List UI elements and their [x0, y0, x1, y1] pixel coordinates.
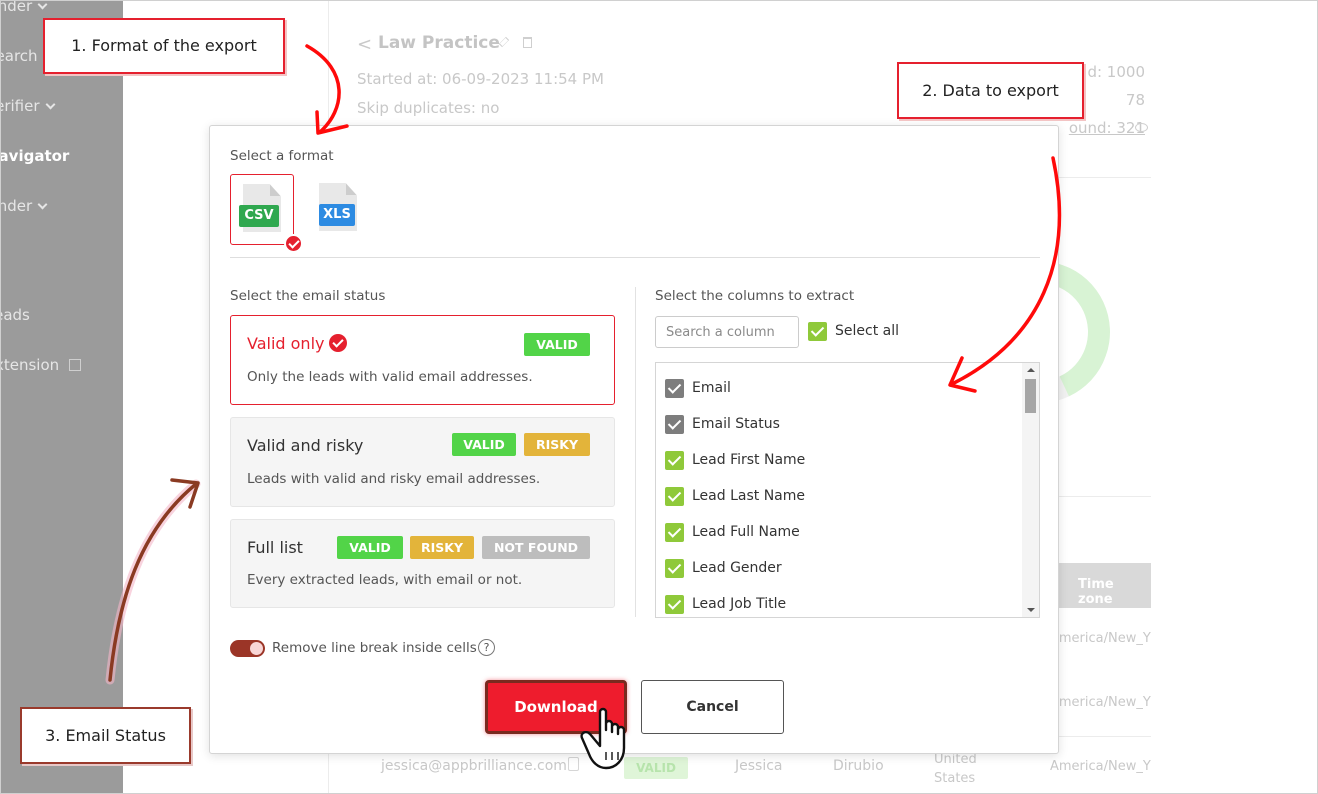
divider — [635, 287, 636, 617]
table-cell-first-name: Jessica — [735, 758, 783, 774]
table-header-timezone: Time zone — [1058, 563, 1151, 608]
column-search-input[interactable] — [655, 316, 799, 348]
risky-badge: RISKY — [524, 433, 590, 456]
valid-badge: VALID — [524, 333, 590, 356]
select-all-label: Select all — [835, 323, 899, 339]
email-status-option-full-list[interactable]: Full list VALID RISKY NOT FOUND Every ex… — [230, 519, 615, 608]
checkbox[interactable] — [665, 595, 684, 614]
option-description: Every extracted leads, with email or not… — [247, 572, 523, 588]
format-option-csv[interactable]: CSV — [230, 174, 294, 245]
arrow-down-icon[interactable] — [1027, 608, 1035, 612]
table-cell-timezone: America/New_Y — [1050, 631, 1151, 646]
email-status-option-valid-only[interactable]: Valid only VALID Only the leads with val… — [230, 315, 615, 405]
status-badge: VALID — [624, 757, 688, 779]
columns-list: Email Email Status Lead First Name Lead … — [655, 362, 1040, 618]
checkbox[interactable] — [665, 559, 684, 578]
started-at-text: Started at: 06-09-2023 11:54 PM — [357, 70, 604, 88]
not-found-badge: NOT FOUND — [482, 536, 590, 559]
format-tag: CSV — [239, 205, 279, 227]
sidebar: Finder Search Verifier Navigator Finder … — [0, 0, 123, 794]
email-status-section-label: Select the email status — [230, 288, 386, 304]
option-title: Valid and risky — [247, 436, 364, 455]
columns-section-label: Select the columns to extract — [655, 288, 855, 304]
email-status-option-valid-and-risky[interactable]: Valid and risky VALID RISKY Leads with v… — [230, 417, 615, 507]
divider — [1058, 177, 1151, 178]
trash-icon[interactable] — [523, 37, 532, 48]
sidebar-item-verifier[interactable]: Verifier — [0, 97, 55, 115]
callout-format: 1. Format of the export — [43, 18, 285, 74]
sidebar-item-leads[interactable]: Leads — [0, 306, 30, 324]
sidebar-item-finder[interactable]: Finder — [0, 0, 48, 15]
format-tag: XLS — [319, 204, 355, 226]
risky-badge: RISKY — [410, 536, 474, 559]
checkbox[interactable] — [665, 523, 684, 542]
chevron-down-icon — [37, 0, 48, 10]
option-description: Leads with valid and risky email address… — [247, 471, 541, 487]
format-option-xls[interactable]: XLS — [307, 174, 371, 245]
remove-line-break-toggle[interactable] — [230, 640, 265, 657]
check-circle-icon — [284, 234, 303, 253]
table-cell-country: United States — [934, 752, 977, 786]
skip-duplicates-text: Skip duplicates: no — [357, 99, 500, 117]
arrow-up-icon[interactable] — [1027, 368, 1035, 372]
check-circle-icon — [329, 334, 347, 352]
callout-data: 2. Data to export — [897, 62, 1084, 119]
option-title: Full list — [247, 538, 303, 557]
stat-found: 78 — [1125, 91, 1145, 109]
checkbox[interactable] — [665, 379, 684, 398]
eye-icon[interactable] — [1135, 123, 1148, 132]
table-cell-email: jessica@appbrilliance.com — [381, 758, 567, 774]
help-icon[interactable]: ? — [478, 639, 495, 656]
stat-requested: d: 1000 — [1087, 63, 1145, 81]
scrollbar[interactable] — [1022, 363, 1039, 617]
table-cell-timezone: America/New_Y — [1050, 695, 1151, 710]
option-title: Valid only — [247, 334, 325, 353]
cancel-button[interactable]: Cancel — [641, 680, 784, 734]
chevron-down-icon — [45, 99, 55, 110]
checkbox[interactable] — [665, 415, 684, 434]
callout-email-status: 3. Email Status — [20, 707, 191, 764]
copy-icon[interactable] — [568, 757, 579, 771]
sidebar-item-navigator[interactable]: Navigator — [0, 147, 69, 165]
sidebar-item-finder-2[interactable]: Finder — [0, 197, 48, 215]
download-button[interactable]: Download — [485, 680, 627, 734]
toggle-label: Remove line break inside cells — [272, 640, 477, 656]
page-title: Law Practice — [378, 33, 500, 53]
divider — [230, 257, 1040, 258]
sidebar-item-search[interactable]: Search — [0, 47, 38, 65]
export-modal: Select a format CSV XLS Select the email… — [209, 125, 1059, 754]
format-section-label: Select a format — [230, 148, 334, 164]
table-cell-timezone: America/New_Y — [1050, 759, 1151, 774]
stat-not-found-link[interactable]: ound: 321 — [1069, 119, 1145, 137]
external-link-icon — [69, 359, 82, 371]
valid-badge: VALID — [337, 536, 403, 559]
table-cell-last-name: Dirubio — [833, 758, 884, 774]
chevron-down-icon — [37, 199, 48, 210]
divider — [1058, 496, 1151, 497]
checkbox[interactable] — [665, 487, 684, 506]
select-all-checkbox[interactable] — [808, 322, 827, 341]
scroll-thumb[interactable] — [1025, 379, 1036, 413]
sidebar-item-extension[interactable]: extension — [0, 356, 82, 374]
checkbox[interactable] — [665, 451, 684, 470]
back-icon[interactable]: < — [357, 34, 372, 55]
option-description: Only the leads with valid email addresse… — [247, 369, 533, 385]
valid-badge: VALID — [452, 433, 516, 456]
